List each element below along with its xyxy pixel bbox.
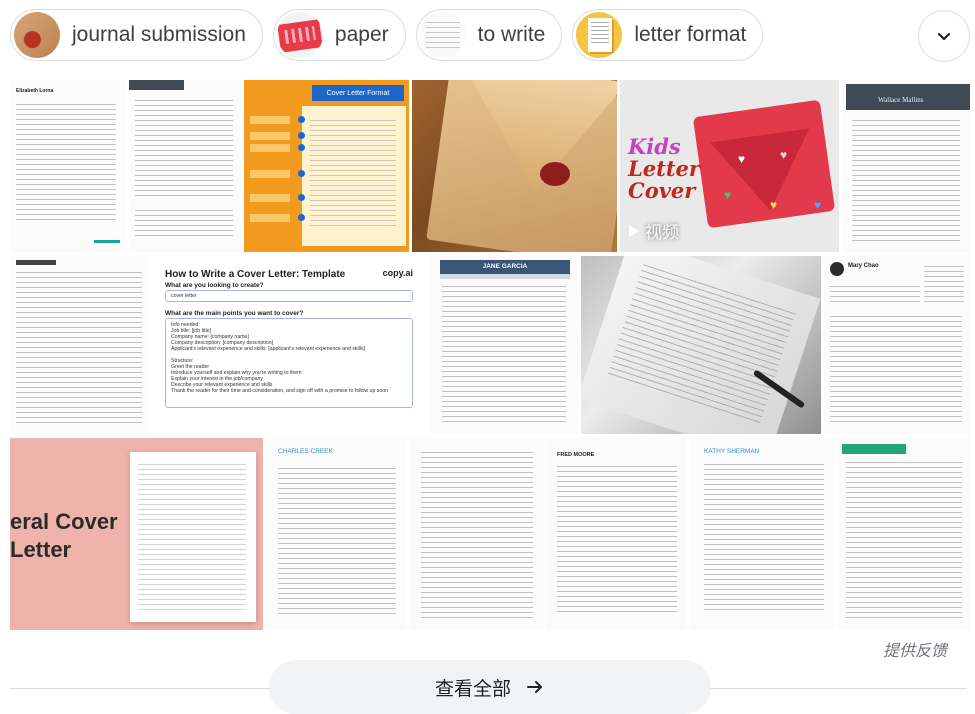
arrow-right-icon [527,681,542,693]
resume-name: JANE GARCIA [482,263,528,270]
video-badge: 视频 [628,218,679,243]
image-result[interactable] [10,256,148,434]
chip-label: to write [477,23,546,46]
image-result[interactable]: Mary Chao [824,256,970,434]
image-result[interactable] [409,438,544,630]
see-all-label: 查看全部 [434,678,511,700]
play-icon [629,224,639,237]
resume-name [16,260,56,265]
expand-chips-button[interactable] [918,10,970,62]
image-result[interactable]: KATHY SHERMAN [690,438,835,630]
question-1: What are you looking to create? [165,282,264,289]
video-title: Kids Letter Cover [628,134,700,203]
chip-journal-submission[interactable]: journal submission [10,9,263,61]
avatar [830,262,844,276]
cover-title: eral Cover Letter [10,509,118,562]
feedback-link[interactable]: 提供反馈 [883,637,947,661]
chip-to-write[interactable]: to write [415,9,563,61]
image-result[interactable] [129,80,241,252]
resume-name: CHARLES CREEK [278,448,333,455]
resume-name: KATHY SHERMAN [704,448,760,455]
chip-label: paper [334,23,389,46]
red-envelope-thumbnail [276,12,323,58]
template-line: Thank the reader for their time and cons… [171,388,389,394]
video-label: 视频 [645,223,679,242]
wax-seal [540,162,570,186]
image-result[interactable]: Cover Letter Format [244,80,409,252]
chip-paper[interactable]: paper [272,9,406,61]
chevron-down-icon [937,32,951,41]
question-2: What are the main points you want to cov… [165,310,304,317]
letter-document-thumbnail [576,12,623,58]
resume-name: Elizabeth Lorna [16,88,54,94]
cover-letter-format-header: Cover Letter Format [312,85,404,101]
resume-name: Wallace Mallins [878,96,924,104]
image-result[interactable]: eral Cover Letter [10,438,263,630]
resume-name: Mary Chao [848,263,879,269]
image-result[interactable]: JANE GARCIA [430,256,578,434]
image-result[interactable]: Wallace Mallins [842,80,970,252]
image-result[interactable]: How to Write a Cover Letter: Template co… [151,256,427,434]
see-all-button[interactable]: 查看全部 [269,660,711,714]
copyai-logo: copy.ai [382,268,413,278]
image-result[interactable] [838,438,970,630]
image-result[interactable]: FRED MOORE [547,438,687,630]
template-title: How to Write a Cover Letter: Template [165,269,346,280]
chip-label: journal submission [72,23,246,46]
image-result[interactable]: Elizabeth Lorna [10,80,126,252]
resume-name: FRED MOORE [557,452,595,458]
image-result-video[interactable]: ♥ ♥ ♥ ♥ ♥ Kids Letter Cover 视频 [620,80,839,252]
chip-letter-format[interactable]: letter format [572,9,764,61]
template-line: Applicant's relevant experience and skil… [171,346,366,352]
image-result[interactable] [412,80,617,252]
image-result[interactable] [581,256,821,434]
image-result[interactable]: CHARLES CREEK [266,438,406,630]
chip-label: letter format [634,23,747,46]
handwritten-page-thumbnail [419,12,466,58]
red-seal-thumbnail [14,12,60,58]
answer-1: cover letter [171,293,197,299]
related-search-chips: journal submission paper to write letter… [10,9,764,61]
